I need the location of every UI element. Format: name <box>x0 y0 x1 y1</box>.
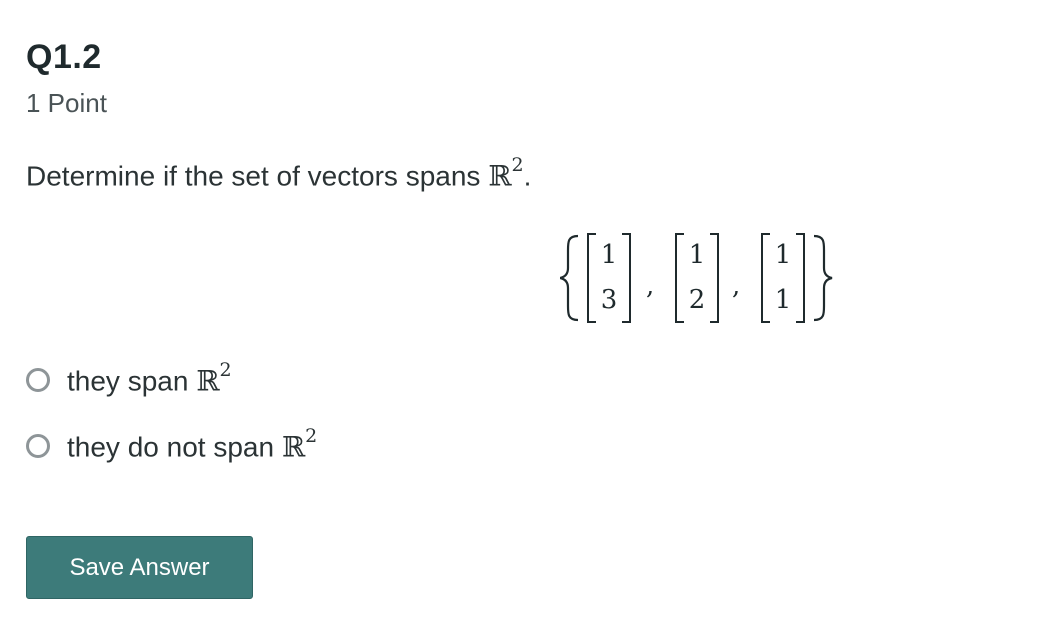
vector-1-bottom: 3 <box>601 285 618 315</box>
vector-2-right-bracket <box>710 233 719 323</box>
vector-set: 1 3 , 1 2 , 1 1 <box>560 228 840 328</box>
comma-1: , <box>646 271 654 301</box>
right-brace <box>813 234 833 322</box>
vector-2-bottom: 2 <box>689 285 706 315</box>
question-prompt: Determine if the set of vectors spans ℝ2… <box>26 154 532 193</box>
comma-2: , <box>732 271 740 301</box>
save-answer-button[interactable]: Save Answer <box>26 536 253 599</box>
option-space-symbol: ℝ <box>196 364 220 398</box>
vector-2-left-bracket <box>675 233 684 323</box>
vector-2: 1 2 <box>675 233 719 323</box>
vector-3-left-bracket <box>761 233 770 323</box>
vector-1: 1 3 <box>587 233 631 323</box>
question-title: Q1.2 <box>26 38 102 76</box>
answer-options: they span ℝ2 they do not span ℝ2 <box>26 358 317 490</box>
left-brace <box>560 234 579 322</box>
vector-1-top: 1 <box>601 240 618 270</box>
prompt-exponent: 2 <box>511 154 524 176</box>
vector-2-top: 1 <box>689 240 706 270</box>
vector-3-right-bracket <box>796 233 805 323</box>
prompt-space-symbol: ℝ <box>488 159 512 193</box>
option-exponent: 2 <box>305 424 318 447</box>
vector-3-bottom: 1 <box>775 285 792 315</box>
option-exponent: 2 <box>219 358 232 381</box>
radio-button[interactable] <box>26 368 50 392</box>
option-label[interactable]: they do not span ℝ2 <box>67 425 317 464</box>
vector-set-graphic: 1 3 , 1 2 , 1 1 <box>560 233 833 323</box>
option-text: they do not span <box>67 431 282 463</box>
option-do-not-span[interactable]: they do not span ℝ2 <box>26 424 317 468</box>
question-points: 1 Point <box>26 88 107 118</box>
prompt-text: Determine if the set of vectors spans <box>26 160 489 192</box>
vector-1-right-bracket <box>622 233 631 323</box>
option-space-symbol: ℝ <box>281 430 306 464</box>
radio-button[interactable] <box>26 434 50 458</box>
vector-1-left-bracket <box>587 233 596 323</box>
option-span[interactable]: they span ℝ2 <box>26 358 317 402</box>
vector-3-top: 1 <box>775 240 792 270</box>
option-label[interactable]: they span ℝ2 <box>67 359 232 398</box>
option-text: they span <box>67 365 197 397</box>
prompt-end: . <box>523 160 532 192</box>
vector-3: 1 1 <box>761 233 805 323</box>
